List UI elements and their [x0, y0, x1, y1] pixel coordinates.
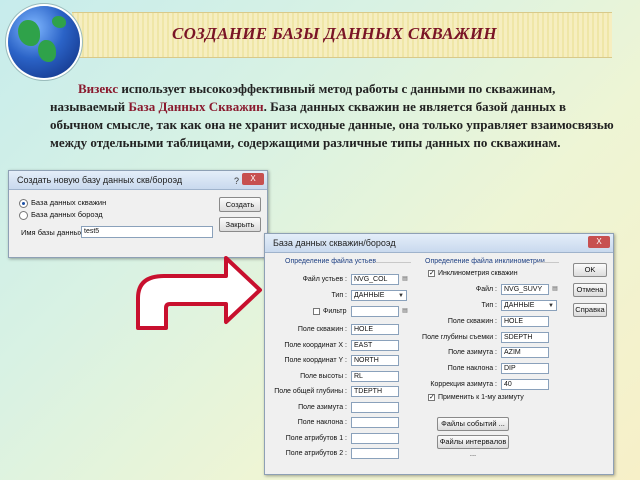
radio-wells-db-label: База данных скважин: [31, 198, 107, 207]
collar-type-label: Тип :: [331, 292, 347, 299]
collar-file-input[interactable]: NVG_COL: [351, 274, 399, 285]
close-icon[interactable]: X: [242, 173, 264, 185]
radio-boreholes-db-label: База данных бороэд: [31, 210, 103, 219]
globe-icon: [8, 6, 80, 78]
field-label: Поле наклона :: [297, 419, 347, 426]
help-icon[interactable]: ?: [234, 172, 239, 190]
folder-icon[interactable]: ▤: [551, 285, 559, 293]
field-input[interactable]: [351, 401, 399, 413]
radio-wells-db[interactable]: [19, 199, 28, 208]
collar-type-select[interactable]: ДАННЫЕ ▼: [351, 290, 407, 301]
filter-label: Фильтр: [323, 308, 347, 315]
field-label: Поле скважин :: [447, 318, 497, 325]
collar-group-label: Определение файла устьев: [285, 258, 377, 265]
wells-db-term: База Данных Скважин: [128, 99, 264, 114]
intervals-files-button[interactable]: Файлы интервалов ...: [437, 435, 509, 458]
curved-arrow-icon: [136, 256, 262, 330]
field-label: Поле атрибутов 2 :: [285, 450, 347, 457]
field-input[interactable]: SDEPTH: [501, 331, 549, 343]
field-label: Поле координат X :: [284, 341, 347, 349]
field-input[interactable]: [351, 432, 399, 444]
field-input[interactable]: EAST: [351, 339, 399, 351]
field-label: Поле высоты :: [300, 372, 347, 380]
dialog-titlebar: Создать новую базу данных скв/бороэд ? X: [9, 171, 267, 190]
field-input[interactable]: TDEPTH: [351, 386, 399, 397]
filter-input[interactable]: [351, 306, 399, 317]
filter-checkbox[interactable]: [313, 308, 320, 315]
group-divider: [537, 262, 559, 263]
group-divider: [375, 262, 411, 263]
globe-land-shape: [38, 40, 56, 62]
db-name-input[interactable]: test5: [81, 226, 213, 238]
create-button[interactable]: Создать: [219, 197, 261, 212]
incl-type-value: ДАННЫЕ: [504, 302, 535, 309]
folder-icon[interactable]: ▤: [401, 275, 409, 283]
field-input[interactable]: AZIM: [501, 347, 549, 358]
field-label: Поле азимута :: [448, 349, 497, 356]
dialog-titlebar: База данных скважин/бороэд X: [265, 234, 613, 253]
azimuth-correction-input[interactable]: 40: [501, 379, 549, 390]
incl-checkbox[interactable]: ✓: [428, 270, 435, 277]
header-banner: СОЗДАНИЕ БАЗЫ ДАННЫХ СКВАЖИН: [72, 12, 612, 58]
wells-db-dialog: База данных скважин/бороэд X Определение…: [264, 233, 614, 475]
incl-type-label: Тип :: [481, 302, 497, 309]
field-label: Поле общей глубины :: [274, 388, 347, 395]
field-input[interactable]: [351, 417, 399, 428]
field-input[interactable]: RL: [351, 370, 399, 382]
events-files-button[interactable]: Файлы событий ...: [437, 417, 509, 431]
field-label: Поле глубины съемки :: [422, 333, 497, 341]
help-button[interactable]: Справка: [573, 303, 607, 317]
field-input[interactable]: HOLE: [351, 324, 399, 335]
close-button[interactable]: Закрыть: [219, 217, 261, 232]
close-icon[interactable]: X: [588, 236, 610, 248]
field-label: Поле атрибутов 1 :: [285, 434, 347, 442]
field-input[interactable]: DIP: [501, 362, 549, 374]
incl-check-label: Инклинометрия скважин: [438, 270, 518, 277]
db-name-label: Имя базы данных :: [21, 228, 87, 237]
field-label: Поле скважин :: [297, 326, 347, 333]
field-input[interactable]: NORTH: [351, 355, 399, 366]
field-label: Поле азимута :: [298, 403, 347, 411]
folder-icon[interactable]: ▤: [401, 307, 409, 315]
intro-paragraph: Визекс использует высокоэффективный мето…: [50, 80, 620, 152]
field-label: Поле координат Y :: [284, 357, 347, 364]
cancel-button[interactable]: Отмена: [573, 283, 607, 297]
product-name: Визекс: [78, 81, 119, 96]
incl-group-label: Определение файла инклинометрии: [425, 258, 545, 265]
field-label: Поле наклона :: [447, 364, 497, 372]
incl-type-select[interactable]: ДАННЫЕ ▼: [501, 300, 557, 311]
globe-land-shape: [18, 20, 40, 46]
apply-first-azimuth-checkbox[interactable]: ✓: [428, 394, 435, 401]
globe-land-shape: [52, 16, 66, 28]
field-input[interactable]: HOLE: [501, 316, 549, 327]
chevron-down-icon: ▼: [548, 303, 554, 309]
azimuth-correction-label: Коррекция азимута :: [430, 381, 497, 388]
radio-boreholes-db[interactable]: [19, 211, 28, 220]
dialog-title: Создать новую базу данных скв/бороэд: [17, 175, 183, 185]
create-db-dialog: Создать новую базу данных скв/бороэд ? X…: [8, 170, 268, 258]
page-title: СОЗДАНИЕ БАЗЫ ДАННЫХ СКВАЖИН: [172, 24, 497, 43]
chevron-down-icon: ▼: [398, 293, 404, 299]
collar-type-value: ДАННЫЕ: [354, 292, 385, 299]
apply-first-azimuth-label: Применить к 1-му азимуту: [438, 394, 524, 401]
incl-file-input[interactable]: NVG_SUVY: [501, 284, 549, 295]
collar-file-label: Файл устьев :: [302, 276, 347, 283]
incl-file-label: Файл :: [475, 286, 497, 293]
ok-button[interactable]: OK: [573, 263, 607, 277]
dialog-title: База данных скважин/бороэд: [273, 238, 396, 248]
field-input[interactable]: [351, 448, 399, 459]
